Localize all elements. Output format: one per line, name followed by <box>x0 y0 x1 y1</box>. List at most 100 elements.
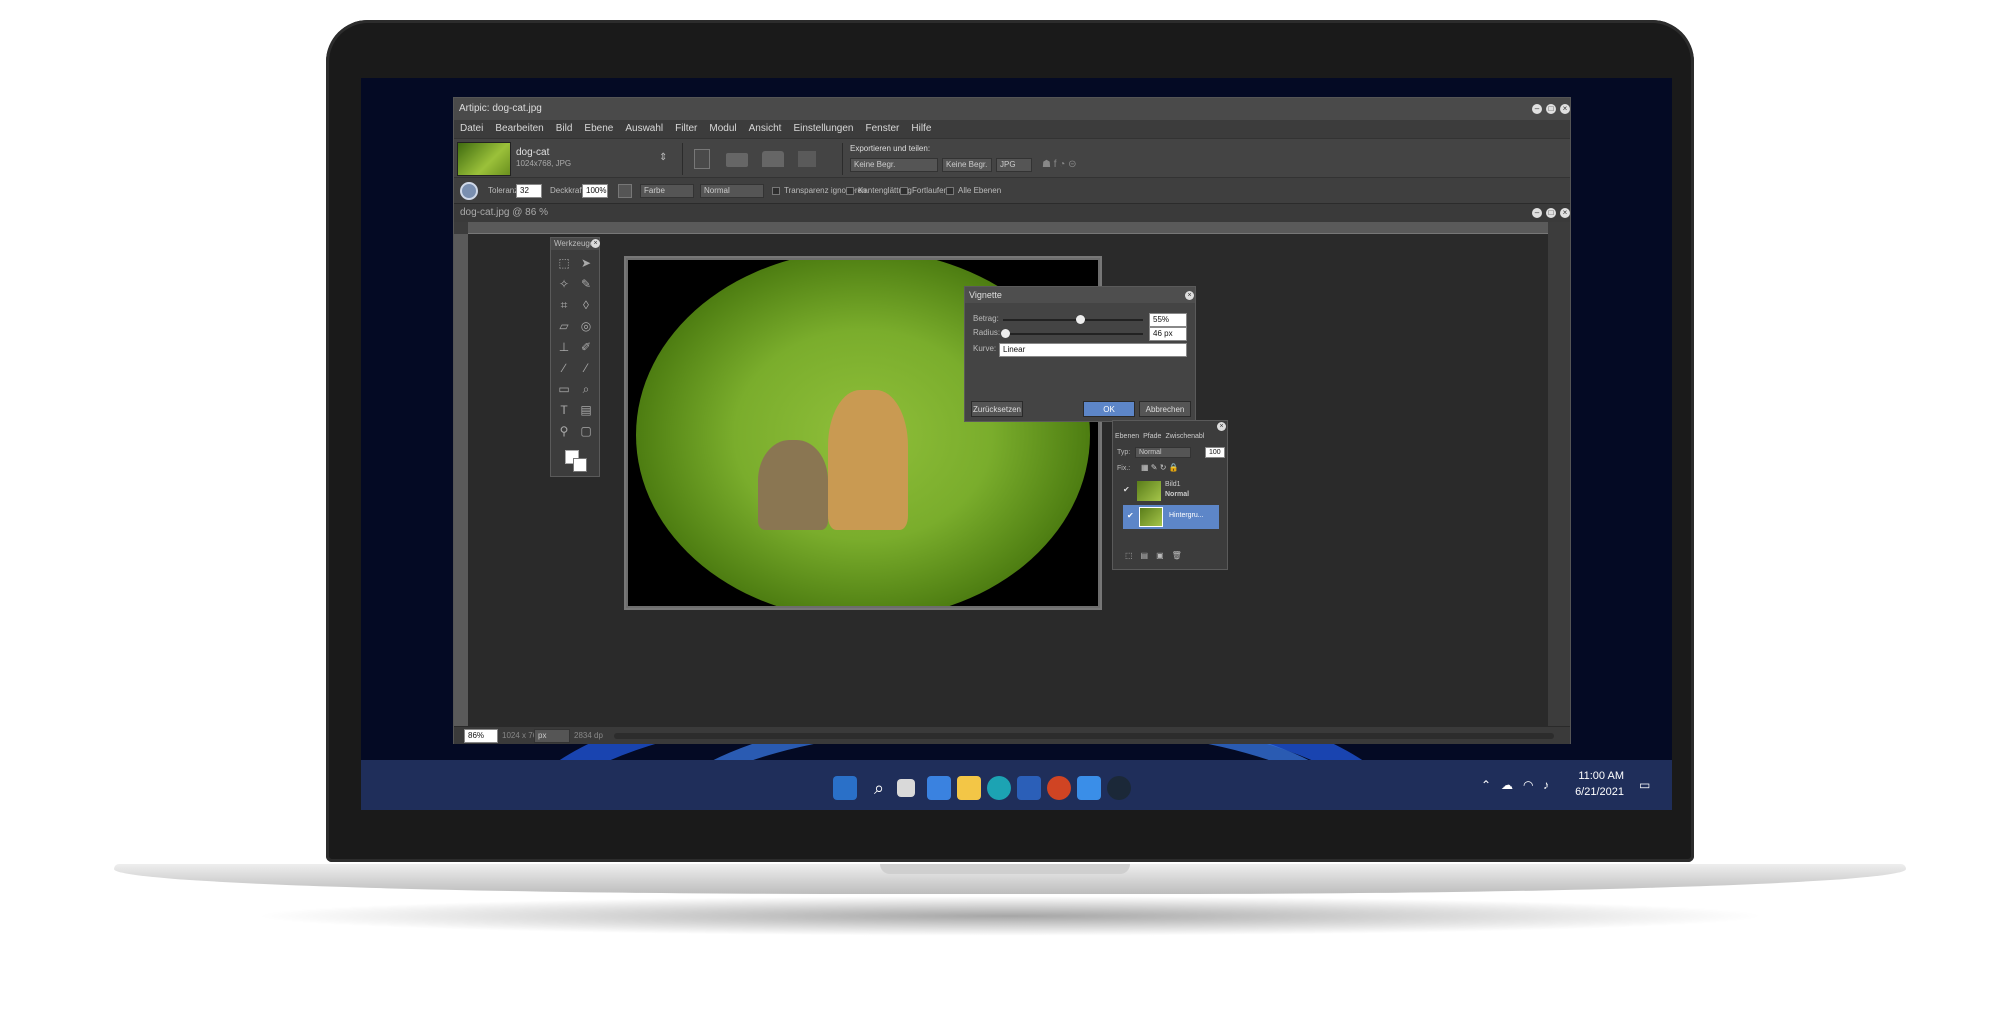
zoom-tool-icon[interactable]: ⌕ <box>577 380 595 398</box>
document-thumbnail[interactable] <box>457 142 511 176</box>
curve-select[interactable]: Linear <box>999 343 1187 357</box>
new-document-icon[interactable] <box>694 149 710 169</box>
menu-bild[interactable]: Bild <box>556 120 573 138</box>
horizontal-scrollbar[interactable] <box>614 733 1554 739</box>
task-view-icon[interactable] <box>897 779 915 797</box>
search-icon[interactable]: ⌕ <box>867 776 891 800</box>
export-select-2[interactable]: Keine Begr. <box>942 158 992 172</box>
background-color-icon[interactable] <box>573 458 587 472</box>
amount-slider[interactable] <box>1003 315 1143 324</box>
canvas-area[interactable]: Werkzeuge × ⬚ ➤ ✧ ✎ ⌗ ◊ ▱ ◎ ⊥ ✐ ∕ ⁄ ▭ ⌕ … <box>468 234 1548 726</box>
cancel-button[interactable]: Abbrechen <box>1139 401 1191 417</box>
store-icon[interactable] <box>1077 776 1101 800</box>
tray-chevron-icon[interactable]: ⌃ <box>1481 778 1491 792</box>
word-icon[interactable] <box>1017 776 1041 800</box>
picker-tool-icon[interactable]: ⁄ <box>577 359 595 377</box>
doc-minimize-icon[interactable]: – <box>1532 208 1542 218</box>
all-layers-checkbox[interactable] <box>946 187 954 195</box>
steam-icon[interactable] <box>1107 776 1131 800</box>
vignette-close-icon[interactable]: × <box>1185 291 1194 300</box>
scanner-icon[interactable] <box>762 151 784 167</box>
menu-fenster[interactable]: Fenster <box>865 120 899 138</box>
menu-ansicht[interactable]: Ansicht <box>749 120 782 138</box>
menu-auswahl[interactable]: Auswahl <box>625 120 663 138</box>
visibility-check-icon[interactable]: ✔ <box>1127 511 1134 520</box>
menu-bearbeiten[interactable]: Bearbeiten <box>495 120 543 138</box>
contiguous-checkbox[interactable] <box>900 187 908 195</box>
marquee-tool-icon[interactable]: ⬚ <box>555 254 573 272</box>
doc-maximize-icon[interactable]: □ <box>1546 208 1556 218</box>
open-folder-icon[interactable] <box>726 153 748 167</box>
tools-close-icon[interactable]: × <box>591 239 600 248</box>
tab-paths[interactable]: Pfade <box>1143 433 1161 440</box>
menu-einstellungen[interactable]: Einstellungen <box>793 120 853 138</box>
magic-wand-icon[interactable]: ✧ <box>555 275 573 293</box>
layers-close-icon[interactable]: × <box>1217 422 1226 431</box>
document-switch-icon[interactable]: ⇕ <box>659 152 667 163</box>
layer-actions[interactable]: ⬚▤▣🗑 <box>1125 551 1190 560</box>
crop-tool-icon[interactable]: ⌗ <box>555 296 573 314</box>
minimize-icon[interactable]: – <box>1532 104 1542 114</box>
clock-date[interactable]: 6/21/2021 <box>1566 786 1624 798</box>
doc-close-icon[interactable]: × <box>1560 208 1570 218</box>
magic-wand-tool-icon[interactable] <box>460 182 478 200</box>
amount-slider-thumb[interactable] <box>1076 315 1085 324</box>
menu-filter[interactable]: Filter <box>675 120 697 138</box>
transparency-checkbox[interactable] <box>772 187 780 195</box>
shape-tool-icon[interactable]: ▢ <box>577 422 595 440</box>
layer-item-selected[interactable]: ✔ Hintergru... <box>1123 505 1219 529</box>
menu-modul[interactable]: Modul <box>709 120 736 138</box>
tolerance-input[interactable]: 32 <box>516 184 542 198</box>
pencil-tool-icon[interactable]: ✐ <box>577 338 595 356</box>
tab-layers[interactable]: Ebenen <box>1115 433 1139 440</box>
widgets-icon[interactable] <box>927 776 951 800</box>
layer-opacity-input[interactable]: 100 <box>1205 447 1225 458</box>
blend-mode-select[interactable]: Normal <box>700 184 764 198</box>
blur-tool-icon[interactable]: ◎ <box>577 317 595 335</box>
file-explorer-icon[interactable] <box>957 776 981 800</box>
eyedropper-tool-icon[interactable]: ∕ <box>555 359 573 377</box>
text-tool-icon[interactable]: T <box>555 401 573 419</box>
gradient-tool-icon[interactable]: ▭ <box>555 380 573 398</box>
pen-tool-icon[interactable]: ⚲ <box>555 422 573 440</box>
share-icons[interactable]: ☗ f ◔ ⊝ <box>1042 159 1077 170</box>
start-icon[interactable] <box>833 776 857 800</box>
unit-select[interactable]: px <box>534 729 570 743</box>
drop-tool-icon[interactable]: ◊ <box>577 296 595 314</box>
print-icon[interactable] <box>798 151 816 167</box>
antialias-checkbox[interactable] <box>846 187 854 195</box>
opacity-input[interactable]: 100% <box>582 184 608 198</box>
ok-button[interactable]: OK <box>1083 401 1135 417</box>
export-format-select[interactable]: JPG <box>996 158 1032 172</box>
radius-slider-thumb[interactable] <box>1001 329 1010 338</box>
amount-input[interactable]: 55% <box>1149 313 1187 327</box>
tab-clipboard[interactable]: Zwischenabl <box>1165 433 1204 440</box>
wifi-icon[interactable]: ◠ <box>1523 778 1533 792</box>
radius-slider[interactable] <box>1001 329 1143 338</box>
move-tool-icon[interactable]: ➤ <box>577 254 595 272</box>
color-mode-select[interactable]: Farbe <box>640 184 694 198</box>
eraser-tool-icon[interactable]: ▱ <box>555 317 573 335</box>
zoom-input[interactable]: 86% <box>464 729 498 743</box>
document-tab[interactable]: dog-cat.jpg @ 86 % <box>454 204 1570 222</box>
menu-hilfe[interactable]: Hilfe <box>911 120 931 138</box>
layer-type-select[interactable]: Normal <box>1135 447 1191 458</box>
lock-icons[interactable]: ▦ ✎ ↻ 🔒 <box>1141 463 1179 472</box>
close-icon[interactable]: × <box>1560 104 1570 114</box>
radius-input[interactable]: 46 px <box>1149 327 1187 341</box>
stamp-tool-icon[interactable]: ⊥ <box>555 338 573 356</box>
reset-button[interactable]: Zurücksetzen <box>971 401 1023 417</box>
export-select-1[interactable]: Keine Begr. <box>850 158 938 172</box>
brush-tool-icon[interactable]: ✎ <box>577 275 595 293</box>
clock-time[interactable]: 11:00 AM <box>1566 770 1624 782</box>
fill-tool-icon[interactable]: ▤ <box>577 401 595 419</box>
visibility-check-icon[interactable]: ✔ <box>1123 485 1130 494</box>
menu-ebene[interactable]: Ebene <box>584 120 613 138</box>
color-swatch[interactable] <box>618 184 632 198</box>
edge-icon[interactable] <box>987 776 1011 800</box>
cloud-icon[interactable]: ☁ <box>1501 778 1513 792</box>
maximize-icon[interactable]: □ <box>1546 104 1556 114</box>
menu-datei[interactable]: Datei <box>460 120 483 138</box>
volume-icon[interactable]: ♪ <box>1543 778 1549 792</box>
notification-icon[interactable]: ▭ <box>1639 778 1650 792</box>
